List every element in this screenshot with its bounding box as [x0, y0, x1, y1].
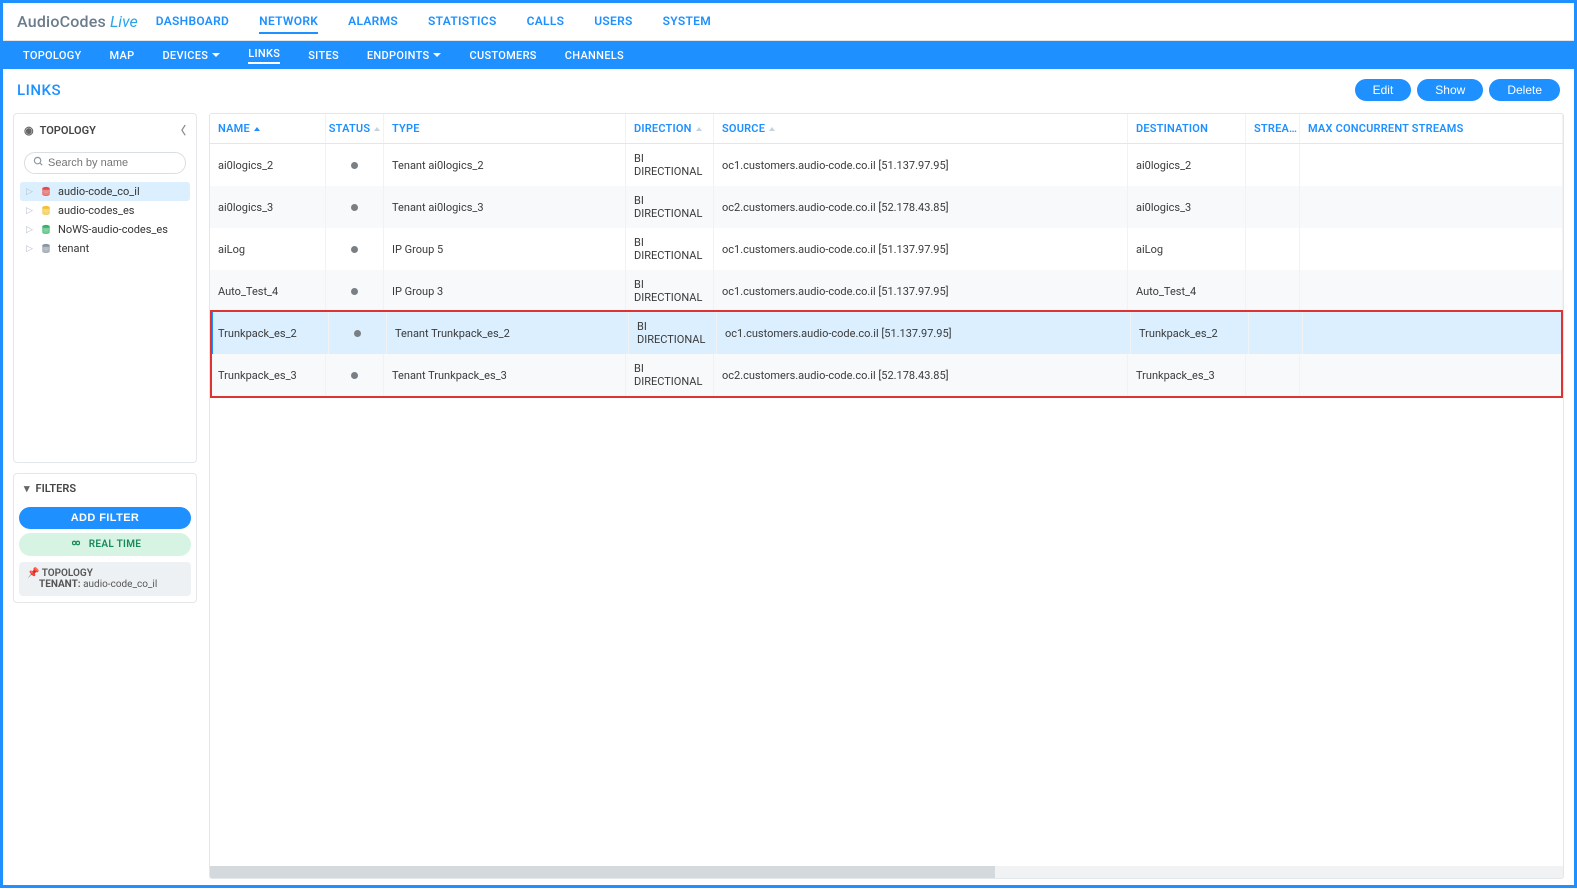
sub-nav: TOPOLOGYMAPDEVICESLINKSSITESENDPOINTSCUS… — [3, 41, 1574, 69]
tree-item[interactable]: ▷ tenant — [20, 239, 190, 258]
col-direction[interactable]: DIRECTION — [626, 114, 714, 143]
status-dot-icon — [351, 372, 358, 379]
sub-nav-endpoints[interactable]: ENDPOINTS — [353, 43, 456, 68]
show-button[interactable]: Show — [1417, 79, 1483, 101]
search-input-wrap[interactable] — [24, 152, 186, 174]
main-nav-network[interactable]: NETWORK — [259, 10, 318, 34]
chevron-down-icon — [433, 53, 441, 57]
status-dot-icon — [354, 330, 361, 337]
main-nav-calls[interactable]: CALLS — [527, 10, 565, 34]
search-input[interactable] — [48, 157, 177, 169]
edit-button[interactable]: Edit — [1355, 79, 1412, 101]
sub-nav-sites[interactable]: SITES — [294, 43, 353, 68]
main-nav-dashboard[interactable]: DASHBOARD — [156, 10, 229, 34]
sub-nav-topology[interactable]: TOPOLOGY — [9, 43, 96, 68]
database-icon — [40, 224, 52, 236]
table-row[interactable]: ai0logics_3Tenant ai0logics_3BI DIRECTIO… — [210, 186, 1563, 228]
tree-item[interactable]: ▷ audio-code_co_il — [20, 182, 190, 201]
filter-icon: ▾ — [24, 482, 30, 495]
col-status[interactable]: STATUS — [326, 114, 384, 143]
database-icon — [40, 186, 52, 198]
col-source[interactable]: SOURCE — [714, 114, 1128, 143]
tree-item-label: audio-code_co_il — [58, 185, 140, 198]
sub-nav-devices[interactable]: DEVICES — [148, 43, 234, 68]
status-dot-icon — [351, 246, 358, 253]
sub-nav-customers[interactable]: CUSTOMERS — [455, 43, 550, 68]
tree-item-label: audio-codes_es — [58, 204, 134, 217]
filters-panel: ▾ FILTERS ADD FILTER REAL TIME 📌 TOPOLOGY… — [13, 473, 197, 603]
col-type[interactable]: TYPE — [384, 114, 626, 143]
col-max-streams[interactable]: MAX CONCURRENT STREAMS — [1300, 114, 1563, 143]
status-dot-icon — [351, 204, 358, 211]
table-row[interactable]: aiLogIP Group 5BI DIRECTIONALoc1.custome… — [210, 228, 1563, 270]
pin-icon: 📌 — [27, 568, 39, 579]
delete-button[interactable]: Delete — [1489, 79, 1560, 101]
table-row[interactable]: Trunkpack_es_2Tenant Trunkpack_es_2BI DI… — [210, 312, 1563, 354]
expand-icon[interactable]: ▷ — [26, 206, 34, 216]
horizontal-scrollbar[interactable] — [210, 866, 1563, 878]
status-dot-icon — [351, 288, 358, 295]
realtime-label: REAL TIME — [89, 539, 141, 550]
tree-item[interactable]: ▷ NoWS-audio-codes_es — [20, 220, 190, 239]
topology-filter-pill[interactable]: 📌 TOPOLOGY TENANT: audio-code_co_il — [19, 562, 191, 596]
main-nav-alarms[interactable]: ALARMS — [348, 10, 398, 34]
realtime-badge[interactable]: REAL TIME — [19, 533, 191, 556]
tree-item-label: tenant — [58, 242, 89, 255]
add-filter-button[interactable]: ADD FILTER — [19, 507, 191, 529]
topology-panel: ◉ TOPOLOGY 〈 ▷ audio-code_co_il ▷ audio-code… — [13, 113, 197, 463]
main-nav: DASHBOARD NETWORK ALARMS STATISTICS CALLS USE… — [156, 10, 711, 34]
col-destination[interactable]: DESTINATION — [1128, 114, 1246, 143]
search-icon — [33, 156, 44, 170]
collapse-icon[interactable]: 〈 — [175, 122, 186, 138]
table-row[interactable]: ai0logics_2Tenant ai0logics_2BI DIRECTIO… — [210, 144, 1563, 186]
database-icon — [40, 205, 52, 217]
expand-icon[interactable]: ▷ — [26, 225, 34, 235]
globe-icon: ◉ — [24, 124, 34, 137]
main-nav-users[interactable]: USERS — [594, 10, 632, 34]
brand-logo: AudioCodes Live — [17, 12, 138, 31]
tree-item-label: NoWS-audio-codes_es — [58, 223, 168, 236]
page-title: LINKS — [17, 81, 61, 99]
sub-nav-links[interactable]: LINKS — [234, 41, 294, 70]
tree-item[interactable]: ▷ audio-codes_es — [20, 201, 190, 220]
status-dot-icon — [351, 162, 358, 169]
chevron-down-icon — [212, 53, 220, 57]
table-row[interactable]: Auto_Test_4IP Group 3BI DIRECTIONALoc1.c… — [210, 270, 1563, 312]
sub-nav-map[interactable]: MAP — [96, 43, 149, 68]
topology-title: TOPOLOGY — [40, 124, 96, 137]
database-icon — [40, 243, 52, 255]
brand-sub: Live — [110, 12, 138, 31]
table-row[interactable]: Trunkpack_es_3Tenant Trunkpack_es_3BI DI… — [210, 354, 1563, 396]
main-nav-statistics[interactable]: STATISTICS — [428, 10, 497, 34]
sub-nav-channels[interactable]: CHANNELS — [551, 43, 638, 68]
expand-icon[interactable]: ▷ — [26, 187, 34, 197]
brand-main: AudioCodes — [17, 12, 106, 31]
infinity-icon — [69, 538, 83, 551]
links-table: NAME STATUS TYPE DIRECTION SOURCE DESTIN… — [209, 113, 1564, 879]
expand-icon[interactable]: ▷ — [26, 244, 34, 254]
main-nav-system[interactable]: SYSTEM — [663, 10, 711, 34]
col-name[interactable]: NAME — [210, 114, 326, 143]
col-streams[interactable]: STREA… — [1246, 114, 1300, 143]
filters-title: FILTERS — [36, 482, 77, 495]
